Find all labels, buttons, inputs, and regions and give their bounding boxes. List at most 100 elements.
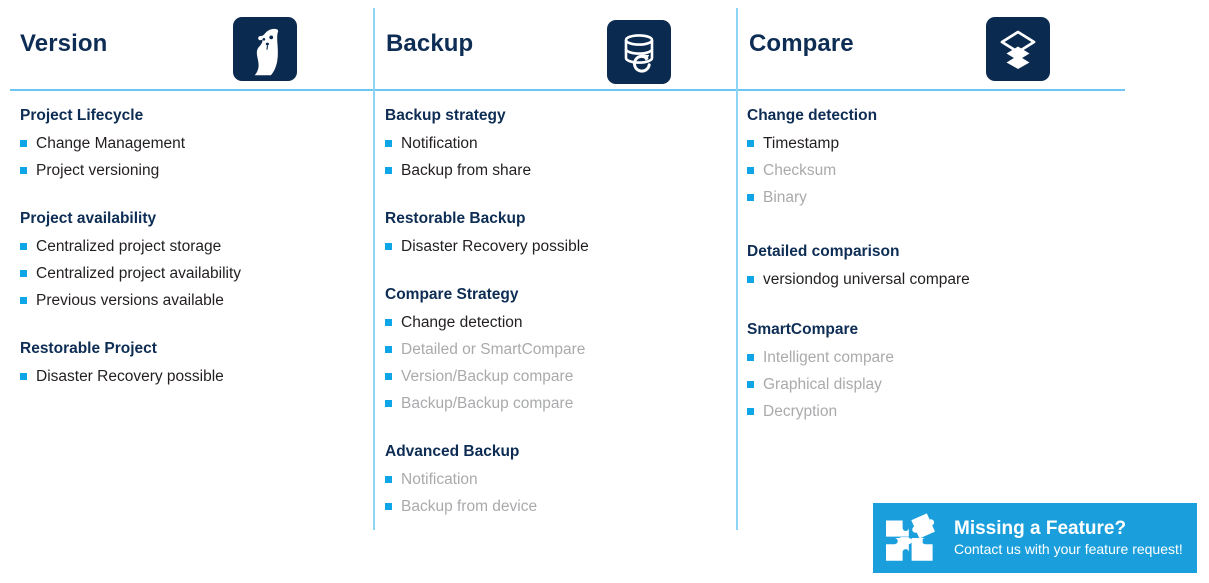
list-item: Intelligent compare [747,344,1138,371]
group-item-list: Timestamp Checksum Binary [747,130,1138,211]
list-item-label: Detailed or SmartCompare [401,341,586,358]
list-item: Timestamp [747,130,1138,157]
square-bullet-icon [20,297,27,304]
group-title: Project availability [20,210,157,227]
group-item-list: Disaster Recovery possible [385,233,736,260]
square-bullet-icon [385,140,392,147]
list-item-label: Change detection [401,314,523,331]
group-title: Restorable Backup [385,210,526,227]
column-header-backup: Backup [375,0,736,89]
group-item-list: Notification Backup from share [385,130,736,184]
list-item: Binary [747,184,1138,211]
group-item-list: Change Management Project versioning [20,130,373,184]
list-item-label: Backup from device [401,498,538,515]
group-backup-strategy: Backup strategy Notification Backup from… [385,104,736,184]
column-body-compare: Change detection Timestamp Checksum Bina… [738,104,1138,425]
list-item-label: Disaster Recovery possible [401,238,589,255]
list-item: Detailed or SmartCompare [385,336,736,363]
column-title-compare: Compare [749,30,854,57]
list-item: Backup from share [385,157,736,184]
column-body-backup: Backup strategy Notification Backup from… [375,104,736,520]
square-bullet-icon [385,476,392,483]
group-title: SmartCompare [747,321,859,338]
list-item: Backup/Backup compare [385,390,736,417]
list-item: Decryption [747,398,1138,425]
group-title: Advanced Backup [385,443,520,460]
group-change-detection: Change detection Timestamp Checksum Bina… [747,104,1138,211]
group-title: Change detection [747,107,878,124]
group-compare-strategy: Compare Strategy Change detection Detail… [385,283,736,417]
column-backup: Backup Backup strategy Notification Back… [375,0,736,583]
list-item: Centralized project availability [20,260,373,287]
list-item-label: Checksum [763,162,837,179]
square-bullet-icon [20,373,27,380]
banner-text-block: Missing a Feature? Contact us with your … [954,517,1183,559]
list-item-label: Decryption [763,403,838,420]
list-item-label: Previous versions available [36,292,224,309]
list-item: Disaster Recovery possible [385,233,736,260]
square-bullet-icon [747,167,754,174]
square-bullet-icon [747,354,754,361]
list-item: Notification [385,130,736,157]
group-advanced-backup: Advanced Backup Notification Backup from… [385,440,736,520]
group-item-list: Disaster Recovery possible [20,363,373,390]
group-item-list: Intelligent compare Graphical display De… [747,344,1138,425]
list-item: Disaster Recovery possible [20,363,373,390]
missing-feature-banner[interactable]: Missing a Feature? Contact us with your … [873,503,1197,573]
list-item-label: Intelligent compare [763,349,894,366]
list-item-label: Disaster Recovery possible [36,368,224,385]
group-project-lifecycle: Project Lifecycle Change Management Proj… [20,104,373,184]
slide-canvas: Version Project Lifecycle Change Managem… [0,0,1209,583]
layers-stack-icon [986,17,1050,81]
group-title: Compare Strategy [385,286,519,303]
square-bullet-icon [385,243,392,250]
square-bullet-icon [385,167,392,174]
list-item-label: versiondog universal compare [763,271,970,288]
list-item-label: Backup/Backup compare [401,395,574,412]
banner-subtitle: Contact us with your feature request! [954,541,1183,557]
group-title: Detailed comparison [747,243,900,260]
list-item-label: Timestamp [763,135,840,152]
group-item-list: versiondog universal compare [747,266,1138,293]
square-bullet-icon [747,276,754,283]
column-body-version: Project Lifecycle Change Management Proj… [0,104,373,390]
group-project-availability: Project availability Centralized project… [20,207,373,314]
group-item-list: Centralized project storage Centralized … [20,233,373,314]
list-item: Graphical display [747,371,1138,398]
column-version: Version Project Lifecycle Change Managem… [0,0,373,583]
group-smartcompare: SmartCompare Intelligent compare Graphic… [747,318,1138,425]
list-item-label: Notification [401,135,478,152]
list-item-label: Notification [401,471,478,488]
square-bullet-icon [385,400,392,407]
column-header-compare: Compare [738,0,1138,89]
banner-title: Missing a Feature? [954,518,1127,539]
column-header-version: Version [0,0,373,89]
square-bullet-icon [20,140,27,147]
versiondog-dog-logo-icon [233,17,297,81]
group-restorable-backup: Restorable Backup Disaster Recovery poss… [385,207,736,260]
square-bullet-icon [747,140,754,147]
list-item: Change detection [385,309,736,336]
group-title: Restorable Project [20,340,157,357]
group-item-list: Change detection Detailed or SmartCompar… [385,309,736,417]
group-title: Backup strategy [385,107,506,124]
database-refresh-icon [607,20,671,84]
square-bullet-icon [747,408,754,415]
square-bullet-icon [747,381,754,388]
list-item-label: Graphical display [763,376,882,393]
square-bullet-icon [20,270,27,277]
list-item-label: Binary [763,189,807,206]
list-item-label: Project versioning [36,162,160,179]
column-title-backup: Backup [386,30,474,57]
list-item: Checksum [747,157,1138,184]
square-bullet-icon [385,503,392,510]
square-bullet-icon [20,167,27,174]
list-item: Previous versions available [20,287,373,314]
square-bullet-icon [385,373,392,380]
list-item-label: Backup from share [401,162,532,179]
list-item: Backup from device [385,493,736,520]
list-item: Version/Backup compare [385,363,736,390]
column-title-version: Version [20,30,108,57]
list-item-label: Change Management [36,135,186,152]
puzzle-pieces-icon [884,512,942,564]
